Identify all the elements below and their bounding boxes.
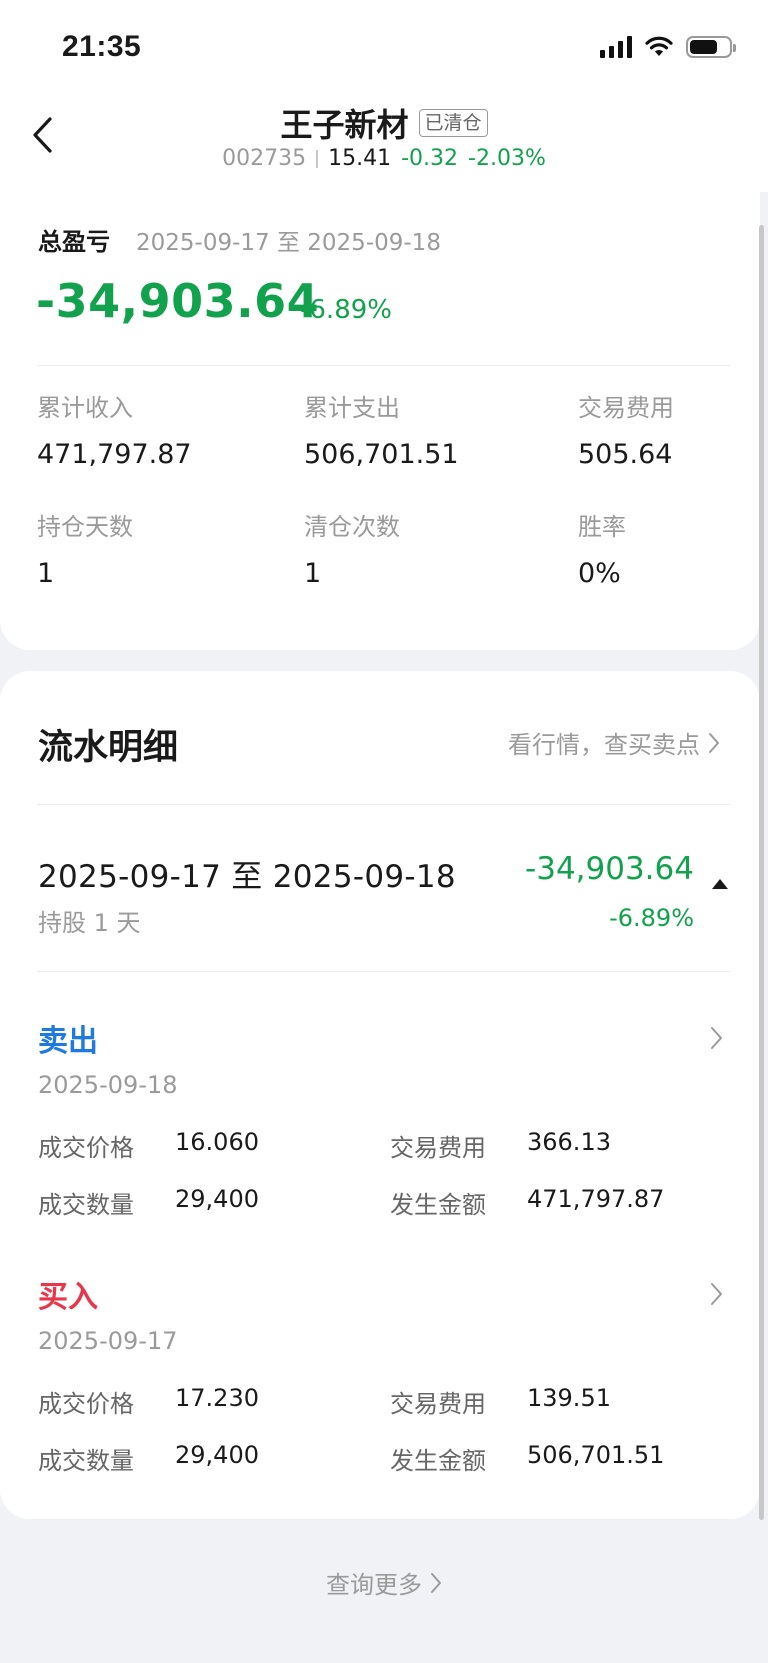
wifi-icon [644, 36, 674, 58]
divider [316, 149, 319, 168]
stat-label: 交易费用 [578, 394, 674, 422]
total-pl-value: -34,903.64 [36, 274, 320, 328]
stat-win-rate: 胜率 0% [578, 507, 626, 589]
stat-value: 1 [304, 558, 322, 589]
stat-label: 胜率 [578, 513, 626, 541]
trade-date: 2025-09-17 [38, 1327, 178, 1355]
title-row: 王子新材 已清仓 [0, 100, 768, 146]
stat-label: 累计收入 [37, 394, 133, 422]
header: 王子新材 已清仓 002735 15.41 -0.32 -2.03% [0, 96, 768, 192]
stat-holding-days: 持仓天数 1 [37, 507, 133, 589]
price-change: -0.32 [401, 146, 459, 171]
qty-value: 29,400 [175, 1185, 259, 1213]
price-change-pct: -2.03% [468, 146, 546, 171]
fee-label: 交易费用 [390, 1134, 486, 1162]
stat-cumulative-income: 累计收入 471,797.87 [37, 388, 192, 470]
trade-date: 2025-09-18 [38, 1071, 178, 1099]
period-range: 2025-09-17 至 2025-09-18 [38, 859, 456, 895]
qty-label: 成交数量 [38, 1447, 134, 1475]
divider [37, 365, 730, 366]
total-pl-range: 2025-09-17 至 2025-09-18 [136, 230, 441, 256]
stat-label: 清仓次数 [304, 513, 400, 541]
chevron-right-icon [711, 1027, 722, 1049]
fee-value: 139.51 [527, 1384, 611, 1412]
link-label: 看行情，查买卖点 [508, 731, 700, 759]
query-more-link[interactable]: 查询更多 [0, 1565, 768, 1600]
stat-value: 0% [578, 558, 621, 589]
status-icons [600, 36, 736, 58]
page-title: 王子新材 [280, 106, 409, 144]
total-pl-pct: -6.89% [300, 295, 392, 325]
status-time: 21:35 [62, 30, 142, 63]
divider [37, 971, 730, 972]
qty-value: 29,400 [175, 1441, 259, 1469]
stock-code: 002735 [222, 146, 307, 171]
view-market-link[interactable]: 看行情，查买卖点 [508, 725, 720, 760]
stock-price: 15.41 [328, 146, 392, 171]
section-title: 流水明细 [38, 728, 179, 768]
price-label: 成交价格 [38, 1390, 134, 1418]
period-pl: -34,903.64 [525, 851, 694, 887]
amount-value: 506,701.51 [527, 1441, 665, 1469]
price-value: 17.230 [175, 1384, 259, 1412]
stat-trading-fee: 交易费用 505.64 [578, 388, 674, 470]
qty-label: 成交数量 [38, 1191, 134, 1219]
stat-label: 累计支出 [304, 394, 400, 422]
stat-label: 持仓天数 [37, 513, 133, 541]
trade-type: 卖出 [38, 1024, 98, 1059]
stat-value: 1 [37, 558, 55, 589]
price-value: 16.060 [175, 1128, 259, 1156]
stat-value: 505.64 [578, 439, 673, 470]
battery-icon [686, 36, 736, 58]
signal-icon [600, 36, 632, 58]
stat-cumulative-expense: 累计支出 506,701.51 [304, 388, 459, 470]
trade-type: 买入 [38, 1280, 98, 1315]
period-days: 持股 1 天 [38, 909, 141, 937]
stat-value: 506,701.51 [304, 439, 459, 470]
detail-card: 流水明细 看行情，查买卖点 2025-09-17 至 2025-09-18 持股… [0, 671, 760, 1519]
price-label: 成交价格 [38, 1134, 134, 1162]
trade-item-buy[interactable]: 买入 2025-09-17 成交价格 17.230 交易费用 139.51 成交… [0, 1272, 760, 1512]
status-badge: 已清仓 [418, 109, 488, 137]
quote-row: 002735 15.41 -0.32 -2.03% [0, 146, 768, 171]
query-more-label: 查询更多 [326, 1571, 422, 1599]
amount-value: 471,797.87 [527, 1185, 665, 1213]
stat-clear-count: 清仓次数 1 [304, 507, 400, 589]
divider [37, 804, 730, 805]
chevron-right-icon [709, 732, 719, 753]
summary-card: 总盈亏 2025-09-17 至 2025-09-18 -34,903.64 -… [0, 192, 760, 650]
chevron-right-icon [431, 1572, 441, 1593]
fee-label: 交易费用 [390, 1390, 486, 1418]
total-pl-label: 总盈亏 [38, 228, 110, 256]
chevron-right-icon [711, 1283, 722, 1305]
scrollbar[interactable] [759, 225, 764, 1520]
period-pct: -6.89% [609, 904, 694, 932]
amount-label: 发生金额 [390, 1447, 486, 1475]
collapse-triangle-icon[interactable] [712, 879, 728, 889]
amount-label: 发生金额 [390, 1191, 486, 1219]
status-bar: 21:35 [0, 0, 768, 96]
stat-value: 471,797.87 [37, 439, 192, 470]
trade-item-sell[interactable]: 卖出 2025-09-18 成交价格 16.060 交易费用 366.13 成交… [0, 1016, 760, 1256]
fee-value: 366.13 [527, 1128, 611, 1156]
